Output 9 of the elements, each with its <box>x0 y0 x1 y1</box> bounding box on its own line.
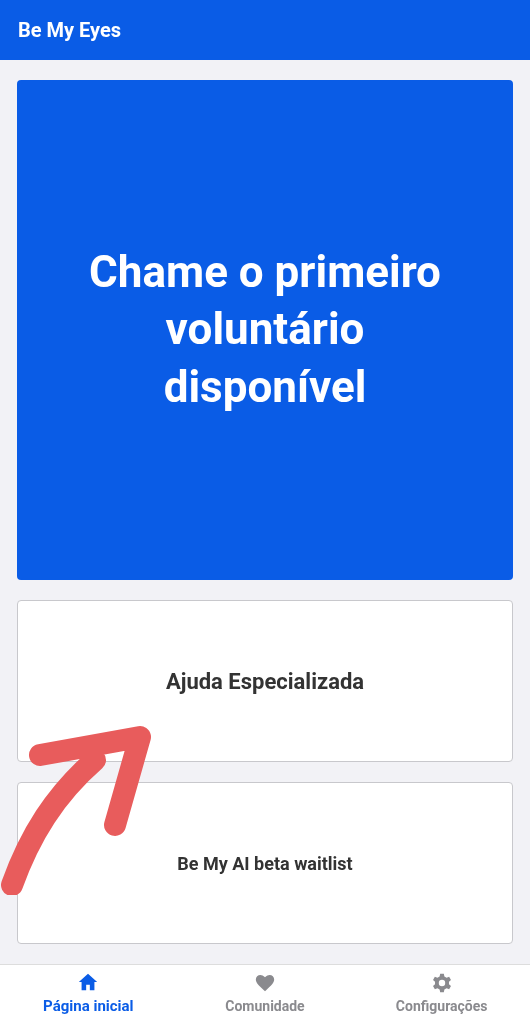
specialized-help-button[interactable]: Ajuda Especializada <box>17 600 513 762</box>
waitlist-button[interactable]: Be My AI beta waitlist <box>17 782 513 944</box>
nav-tab[interactable]: Página inicial <box>0 965 177 1024</box>
nav-tab[interactable]: Configurações <box>353 965 530 1024</box>
heart-icon <box>254 972 276 994</box>
app-title: Be My Eyes <box>18 17 122 44</box>
call-volunteer-button[interactable]: Chame o primeiro voluntário disponível <box>17 80 513 580</box>
settings-icon <box>430 972 453 994</box>
nav-tab[interactable]: Comunidade <box>176 965 354 1024</box>
